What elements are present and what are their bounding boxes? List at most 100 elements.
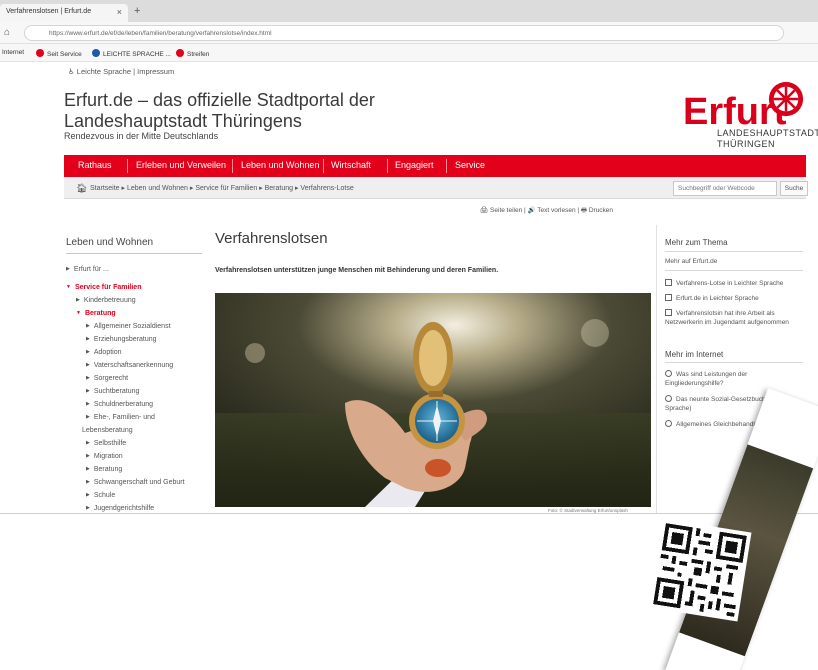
home-icon[interactable]: 🏠︎ [76,183,87,194]
leftnav-item-label: Schule [93,492,116,499]
intro-text: Verfahrenslotsen unterstützen junge Mens… [215,267,499,274]
bookmarks-bar: Internet Seit Service LEICHTE SPRACHE ..… [0,44,818,62]
leftnav-item-label: Service für Familien [74,284,142,291]
page-title: Verfahrenslotsen [215,230,328,247]
related-subheading: Mehr auf Erfurt.de [665,258,718,265]
logo-subtitle: LANDESHAUPTSTADT THÜRINGEN [717,128,818,149]
site-title[interactable]: Erfurt.de – das offizielle Stadtportal d… [64,90,404,132]
leftnav-item[interactable]: ▶ Migration [86,452,123,461]
nav-engagiert[interactable]: Engagiert [395,160,434,170]
leftnav-item-label: Beratung [84,310,116,317]
leftnav-item[interactable]: ▶ Beratung [86,465,122,474]
leftnav-item-label: Adoption [93,349,122,356]
leftnav-item[interactable]: ▶ Allgemeiner Sozialdienst [86,322,171,331]
url-field[interactable]: https://www.erfurt.de/ef/de/leben/famili… [24,25,784,41]
leftnav-item[interactable]: ▶ Jugendgerichtshilfe [86,504,154,513]
external-link[interactable]: Was sind Leistungen der Eingliederungshi… [665,370,805,388]
browser-tab[interactable]: Verfahrenslotsen | Erfurt.de × [0,4,128,22]
leftnav-item[interactable]: ▶ Suchtberatung [86,387,139,396]
leftnav-item-label: Migration [93,453,123,460]
main-navigation: Rathaus Erleben und Verweilen Leben und … [64,155,806,177]
qr-code [648,518,752,622]
triangle-right-icon: ▶ [86,336,90,342]
leftnav-item-label: Erziehungsberatung [93,336,157,343]
triangle-right-icon: ▶ [86,388,90,394]
leftnav-item[interactable]: ▶ Ehe-, Familien- und [86,413,155,422]
triangle-right-icon: ▶ [86,453,90,459]
leftnav-item[interactable]: ▼ Service für Familien [66,283,141,292]
leftnav-item-label: Sorgerecht [93,375,129,382]
triangle-right-icon: ▶ [86,375,90,381]
triangle-right-icon: ▶ [86,466,90,472]
nav-separator [232,159,233,173]
tab-title: Verfahrenslotsen | Erfurt.de [6,8,92,15]
leftnav-item[interactable]: ▶ Erfurt für ... [66,265,109,274]
new-tab-icon[interactable]: + [134,5,140,17]
triangle-right-icon: ▶ [86,323,90,329]
search-input[interactable] [673,181,777,196]
leftnav-item-label: Selbsthilfe [93,440,127,447]
leftnav-divider [66,253,202,254]
nav-service[interactable]: Service [455,160,485,170]
nav-rathaus[interactable]: Rathaus [78,160,112,170]
nav-erleben[interactable]: Erleben und Verweilen [136,160,226,170]
nav-leben-wohnen[interactable]: Leben und Wohnen [241,160,319,170]
search-button[interactable]: Suche [780,181,808,196]
close-icon[interactable]: × [117,7,122,17]
leftnav-item-label: Ehe-, Familien- und [93,414,155,421]
triangle-right-icon: ▶ [86,505,90,511]
bookmark-item[interactable]: LEICHTE SPRACHE ... [92,49,171,58]
leftnav-item[interactable]: ▶ Kinderbetreuung [76,296,136,305]
leftnav-item[interactable]: Lebensberatung [82,426,133,435]
leftnav-item[interactable]: ▶ Erziehungsberatung [86,335,157,344]
column-divider [656,225,657,513]
page-tools[interactable]: 🖨 Seite teilen | 🔊 Text vorlesen | 🖶 Dru… [480,206,613,217]
leftnav-item-label: Vaterschaftsanerkennung [93,362,174,369]
nav-wirtschaft[interactable]: Wirtschaft [331,160,371,170]
leftnav-item[interactable]: ▶ Vaterschaftsanerkennung [86,361,173,370]
address-bar: ⌂ https://www.erfurt.de/ef/de/leben/fami… [0,22,818,44]
bookmark-item[interactable]: Internet [2,49,24,56]
triangle-right-icon: ▶ [86,440,90,446]
breadcrumb-bar: 🏠︎ Startseite ▸ Leben und Wohnen ▸ Servi… [64,177,808,199]
browser-tabbar: Verfahrenslotsen | Erfurt.de × + [0,0,818,22]
document-icon [665,309,672,316]
external-heading: Mehr im Internet [665,350,724,359]
triangle-right-icon: ▶ [86,349,90,355]
triangle-right-icon: ▶ [86,479,90,485]
leftnav-item[interactable]: ▶ Schuldnerberatung [86,400,153,409]
nav-separator [323,159,324,173]
compass-photo [215,293,651,507]
document-icon [665,279,672,286]
leftnav-item[interactable]: ▶ Selbsthilfe [86,439,126,448]
triangle-down-icon: ▼ [66,284,71,290]
leftnav-item[interactable]: ▶ Schwangerschaft und Geburt [86,478,185,487]
nav-separator [387,159,388,173]
home-icon[interactable]: ⌂ [4,27,10,38]
leftnav-item[interactable]: ▶ Sorgerecht [86,374,128,383]
related-link[interactable]: Erfurt.de in Leichter Sprache [665,294,805,303]
leftnav-item[interactable]: ▶ Schule [86,491,115,500]
bookmark-icon [36,49,44,57]
related-link[interactable]: Verfahrenslotsin hat ihre Arbeit als Net… [665,309,805,327]
leftnav-item-label: Jugendgerichtshilfe [93,505,155,512]
bookmark-item[interactable]: Seit Service [36,49,82,58]
related-link[interactable]: Verfahrens-Lotse in Leichter Sprache [665,279,805,288]
triangle-down-icon: ▼ [76,310,81,316]
qr-code-image [653,523,747,617]
triangle-right-icon: ▶ [86,362,90,368]
document-icon [665,294,672,301]
page-bottom-edge [0,513,818,514]
service-links[interactable]: ♿ Leichte Sprache | Impressum [68,67,174,76]
globe-icon [665,395,672,402]
breadcrumb[interactable]: Startseite ▸ Leben und Wohnen ▸ Service … [90,184,354,192]
leftnav-item-label: Allgemeiner Sozialdienst [93,323,171,330]
leftnav-item[interactable]: ▶ Adoption [86,348,122,357]
nav-separator [127,159,128,173]
bookmark-item[interactable]: Streifen [176,49,209,58]
leftnav-item-label: Lebensberatung [82,427,133,434]
leftnav-item[interactable]: ▼ Beratung [76,309,116,318]
globe-icon [665,370,672,377]
wheel-logo-icon [768,81,804,117]
leftnav-item-label: Beratung [93,466,123,473]
